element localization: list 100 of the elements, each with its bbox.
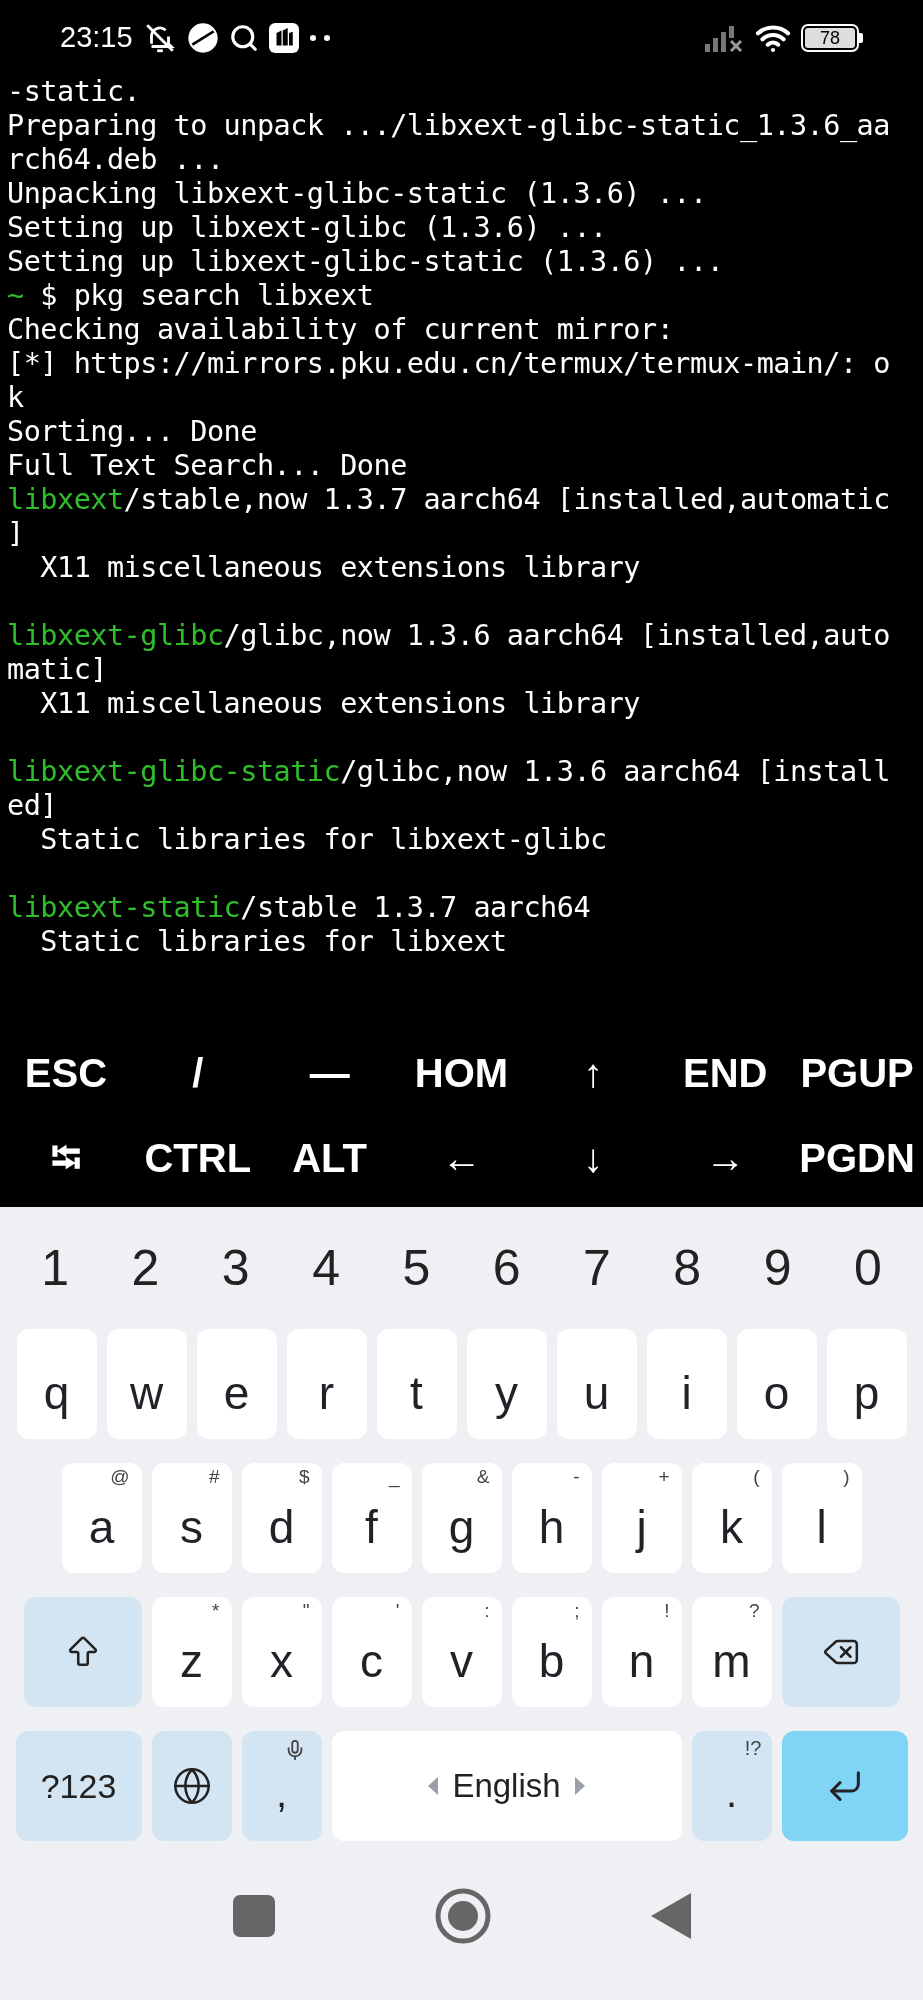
terminal-line: Full Text Search... Done — [7, 449, 407, 483]
extra-key[interactable]: END — [683, 1052, 768, 1093]
terminal-line: ed] — [7, 789, 57, 823]
backspace-key[interactable] — [781, 1597, 900, 1707]
key-hint: ? — [748, 1601, 760, 1620]
terminal-line: Setting up libxext-glibc (1.3.6) ... — [7, 211, 607, 245]
key[interactable]: e — [196, 1329, 277, 1439]
recents-icon — [232, 1894, 275, 1937]
search-icon — [228, 22, 259, 53]
number-key[interactable]: 3 — [221, 1243, 250, 1293]
key[interactable]: # s — [151, 1463, 232, 1573]
symbols-key[interactable]: ?123 — [15, 1731, 142, 1841]
right-arrow-icon — [574, 1777, 585, 1795]
key[interactable]: o — [736, 1329, 817, 1439]
number-key[interactable]: 7 — [583, 1243, 611, 1293]
key-hint: - — [573, 1467, 580, 1486]
number-key[interactable]: 9 — [763, 1243, 792, 1293]
extra-key[interactable]: → — [705, 1138, 746, 1179]
key[interactable]: r — [286, 1329, 367, 1439]
key-hint: $ — [298, 1467, 310, 1486]
key-hint: @ — [110, 1467, 130, 1486]
space-key[interactable]: English — [331, 1731, 682, 1841]
key[interactable]: ; b — [511, 1597, 592, 1707]
key-hint: ! — [664, 1601, 670, 1620]
key[interactable]: _ f — [331, 1463, 412, 1573]
terminal-line: [*] https://mirrors.pku.edu.cn/termux/termux-main/: o — [7, 347, 890, 381]
terminal-line: Static libraries for libxext — [39, 925, 507, 959]
extra-key[interactable]: ESC — [24, 1052, 108, 1093]
extra-key[interactable]: HOM — [414, 1052, 509, 1093]
extra-key[interactable]: ⭾ — [50, 1138, 81, 1179]
number-key[interactable]: 5 — [402, 1243, 431, 1293]
key[interactable]: ? m — [691, 1597, 772, 1707]
extra-key[interactable]: ↑ — [583, 1052, 604, 1093]
no-signal-icon — [705, 23, 745, 52]
extra-key[interactable]: PGDN — [799, 1138, 915, 1179]
number-key[interactable]: 6 — [492, 1243, 521, 1293]
terminal-line: ] — [7, 517, 24, 551]
terminal-line: ~ $ pkg search libxext — [7, 279, 374, 313]
terminal-line: Setting up libxext-glibc-static (1.3.6) ... — [7, 245, 724, 279]
key[interactable]: ' c — [331, 1597, 412, 1707]
terminal-line: X11 miscellaneous extensions library — [39, 551, 641, 585]
key[interactable]: i — [646, 1329, 727, 1439]
terminal-line: Sorting... Done — [7, 415, 257, 449]
key-hint: : — [484, 1601, 490, 1620]
left-arrow-icon — [428, 1777, 439, 1795]
key[interactable]: ( k — [691, 1463, 772, 1573]
key[interactable]: - h — [511, 1463, 592, 1573]
terminal-line: X11 miscellaneous extensions library — [39, 687, 641, 721]
extra-key[interactable]: CTRL — [144, 1138, 252, 1179]
key[interactable]: @ a — [61, 1463, 142, 1573]
terminal-line: Static libraries for libxext-glibc — [39, 823, 607, 857]
number-key[interactable]: 2 — [131, 1243, 160, 1293]
app-icon — [268, 22, 299, 53]
more-dots-icon — [308, 33, 331, 42]
key[interactable]: y — [466, 1329, 547, 1439]
language-key[interactable] — [151, 1731, 232, 1841]
key[interactable]: w — [106, 1329, 187, 1439]
extra-key[interactable]: PGUP — [800, 1052, 914, 1093]
terminal-line: Unpacking libxext-glibc-static (1.3.6) ... — [7, 177, 707, 211]
key[interactable]: q — [16, 1329, 97, 1439]
space-label: English — [452, 1766, 561, 1807]
globe-icon — [171, 1766, 212, 1806]
extra-key[interactable]: — — [309, 1052, 350, 1093]
terminal-line: Checking availability of current mirror: — [7, 313, 674, 347]
period-key[interactable]: !? . — [691, 1731, 772, 1841]
key-hint: & — [476, 1467, 490, 1486]
key[interactable]: : v — [421, 1597, 502, 1707]
key-hint: " — [302, 1601, 310, 1620]
key-hint: ' — [395, 1601, 400, 1620]
key[interactable]: p — [826, 1329, 907, 1439]
key[interactable]: " x — [241, 1597, 322, 1707]
key[interactable]: t — [376, 1329, 457, 1439]
key-hint: _ — [388, 1467, 400, 1486]
number-key[interactable]: 8 — [673, 1243, 702, 1293]
key[interactable]: & g — [421, 1463, 502, 1573]
comma-key[interactable]: , — [241, 1731, 322, 1841]
key-hint: !? — [744, 1736, 762, 1761]
key[interactable]: * z — [151, 1597, 232, 1707]
extra-key[interactable]: / — [192, 1052, 204, 1093]
key-hint: * — [212, 1601, 220, 1620]
number-key[interactable]: 1 — [41, 1243, 70, 1293]
terminal-line: Preparing to unpack .../libxext-glibc-static_1.3.6_aa — [7, 109, 890, 143]
home-icon — [434, 1887, 491, 1944]
terminal-line: k — [7, 381, 24, 415]
key[interactable]: u — [556, 1329, 637, 1439]
number-key[interactable]: 0 — [853, 1243, 882, 1293]
extra-key[interactable]: ← — [441, 1138, 482, 1179]
key[interactable]: ! n — [601, 1597, 682, 1707]
extra-key[interactable]: ↓ — [583, 1138, 604, 1179]
number-key[interactable]: 4 — [312, 1243, 340, 1293]
terminal-line: libxext-glibc/glibc,now 1.3.6 aarch64 [installed,auto — [7, 619, 890, 653]
key[interactable]: $ d — [241, 1463, 322, 1573]
key[interactable]: + j — [601, 1463, 682, 1573]
key[interactable]: ) l — [781, 1463, 862, 1573]
terminal-line: -static. — [7, 75, 141, 109]
status-time: 23:15 — [60, 19, 133, 55]
terminal-line: rch64.deb ... — [7, 143, 224, 177]
extra-key[interactable]: ALT — [292, 1138, 368, 1179]
key-hint: + — [658, 1467, 670, 1486]
key-hint: # — [208, 1467, 220, 1486]
